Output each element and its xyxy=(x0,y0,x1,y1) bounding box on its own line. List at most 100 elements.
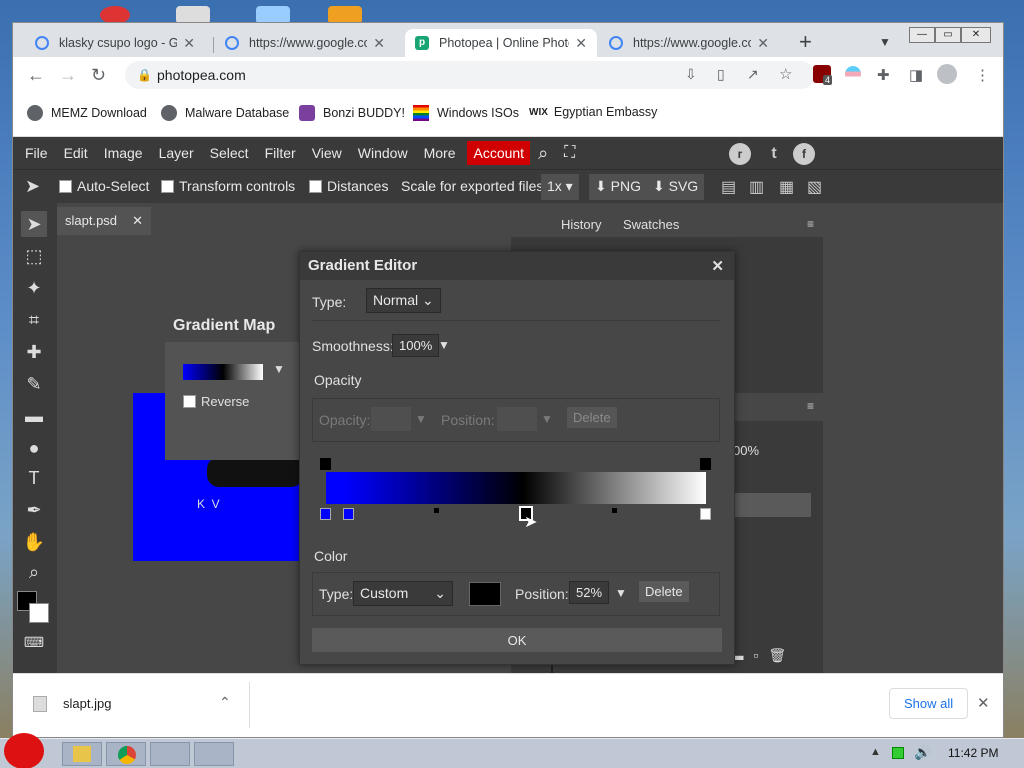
color-stop[interactable] xyxy=(700,508,711,520)
color-type-select[interactable]: Custom ⌄ xyxy=(353,581,453,606)
bookmark-windows-isos[interactable]: Windows ISOs xyxy=(413,105,519,121)
search-icon[interactable]: ⌕ xyxy=(530,143,556,164)
tray-network-icon[interactable] xyxy=(892,747,904,759)
menu-dots-icon[interactable]: ⋮ xyxy=(975,66,990,84)
smoothness-input[interactable]: 100% xyxy=(392,334,440,357)
zoom-tool-icon[interactable]: ⌕ xyxy=(21,559,47,585)
document-tab[interactable]: slapt.psd ✕ xyxy=(57,207,151,235)
scale-select[interactable]: 1x ▾ xyxy=(541,174,579,200)
layer-row[interactable] xyxy=(731,493,811,517)
address-bar[interactable]: 🔒 photopea.com ⇩ ▯ ↗ ☆ xyxy=(125,61,815,89)
tray-volume-icon[interactable]: 🔊 xyxy=(914,744,931,761)
minimize-button[interactable]: — xyxy=(909,27,935,43)
export-png-button[interactable]: ⬇ PNG xyxy=(589,174,647,200)
tab-google-2[interactable]: G https://www.google.com ✕ xyxy=(599,29,779,57)
align-right-icon[interactable]: ▦ xyxy=(779,177,794,197)
distances-checkbox[interactable]: Distances xyxy=(309,178,388,194)
opacity-input[interactable] xyxy=(371,407,411,431)
back-icon[interactable]: ← xyxy=(27,65,45,86)
marquee-tool-icon[interactable]: ⬚ xyxy=(21,243,47,269)
opacity-stop[interactable] xyxy=(700,458,711,470)
background-color-swatch[interactable] xyxy=(29,603,49,623)
menu-layer[interactable]: Layer xyxy=(151,145,202,161)
gradient-type-select[interactable]: Normal ⌄ xyxy=(366,288,441,313)
opacity-position-input[interactable] xyxy=(497,407,537,431)
puzzle-icon[interactable]: ✚ xyxy=(877,66,890,84)
midpoint-marker[interactable] xyxy=(612,508,617,513)
dropdown-arrow-icon[interactable]: ▼ xyxy=(615,586,627,600)
close-icon[interactable]: ✕ xyxy=(977,694,990,712)
reddit-icon[interactable]: r xyxy=(729,143,751,165)
close-window-button[interactable]: ✕ xyxy=(961,27,991,43)
panel-menu-icon[interactable]: ≡ xyxy=(807,217,814,231)
color-stop[interactable] xyxy=(320,508,331,520)
fullscreen-icon[interactable]: ⛶ xyxy=(556,144,583,162)
tab-google-1[interactable]: G https://www.google.com ✕ xyxy=(215,29,395,57)
keyboard-icon[interactable]: ⌨ xyxy=(21,629,47,655)
dropdown-arrow-icon[interactable]: ▼ xyxy=(273,362,285,376)
start-button[interactable] xyxy=(4,733,44,768)
align-center-icon[interactable]: ▥ xyxy=(749,177,764,197)
profile-avatar-icon[interactable] xyxy=(937,64,957,84)
bookmark-malware[interactable]: Malware Database xyxy=(161,105,289,121)
download-filename[interactable]: slapt.jpg xyxy=(63,696,111,711)
menu-filter[interactable]: Filter xyxy=(257,145,304,161)
page-icon[interactable]: ▯ xyxy=(717,66,725,83)
align-left-icon[interactable]: ▤ xyxy=(721,177,736,197)
menu-file[interactable]: File xyxy=(13,145,56,161)
close-icon[interactable]: ✕ xyxy=(757,35,769,52)
align-top-icon[interactable]: ▧ xyxy=(807,177,822,197)
close-icon[interactable]: ✕ xyxy=(183,35,195,52)
clock[interactable]: 11:42 PM xyxy=(948,746,998,760)
reload-icon[interactable]: ↻ xyxy=(91,65,106,86)
taskbar-app-icon[interactable] xyxy=(150,742,190,766)
menu-edit[interactable]: Edit xyxy=(56,145,96,161)
close-icon[interactable]: ✕ xyxy=(711,257,724,275)
bookmark-bonzi[interactable]: Bonzi BUDDY! xyxy=(299,105,405,121)
show-all-button[interactable]: Show all xyxy=(889,688,969,719)
chevron-up-icon[interactable]: ⌃ xyxy=(219,694,231,711)
transform-controls-checkbox[interactable]: Transform controls xyxy=(161,178,295,194)
forward-icon[interactable]: → xyxy=(59,65,77,86)
type-tool-icon[interactable]: T xyxy=(21,465,47,491)
magic-wand-tool-icon[interactable]: ✦ xyxy=(21,275,47,301)
menu-image[interactable]: Image xyxy=(96,145,151,161)
sidepanel-icon[interactable]: ◨ xyxy=(909,66,923,84)
menu-more[interactable]: More xyxy=(416,145,464,161)
taskbar-app-icon[interactable] xyxy=(194,742,234,766)
twitter-icon[interactable]: t xyxy=(763,143,785,165)
bookmark-star-icon[interactable]: ☆ xyxy=(779,65,792,83)
pen-tool-icon[interactable]: ✒ xyxy=(21,497,47,523)
auto-select-checkbox[interactable]: Auto-Select xyxy=(59,178,149,194)
move-tool-icon[interactable]: ➤ xyxy=(21,211,47,237)
menu-view[interactable]: View xyxy=(304,145,350,161)
close-icon[interactable]: ✕ xyxy=(373,35,385,52)
healing-tool-icon[interactable]: ✚ xyxy=(21,339,47,365)
blur-tool-icon[interactable]: ● xyxy=(21,435,47,461)
facebook-icon[interactable]: f xyxy=(793,143,815,165)
install-icon[interactable]: ⇩ xyxy=(685,66,697,83)
tray-arrow-icon[interactable]: ▲ xyxy=(870,746,881,758)
tab-klasky[interactable]: G klasky csupo logo - Goo ✕ xyxy=(25,29,205,57)
tab-swatches[interactable]: Swatches xyxy=(623,217,679,232)
ok-button[interactable]: OK xyxy=(312,628,722,652)
midpoint-marker[interactable] xyxy=(434,508,439,513)
new-tab-button[interactable]: + xyxy=(799,29,812,55)
gradient-bar[interactable] xyxy=(326,472,706,504)
export-svg-button[interactable]: ⬇ SVG xyxy=(647,174,705,200)
extension-flag-icon[interactable] xyxy=(845,66,861,82)
bookmark-memz[interactable]: MEMZ Download xyxy=(27,105,147,121)
tab-photopea[interactable]: p Photopea | Online Photo ✕ xyxy=(405,29,597,57)
color-delete-button[interactable]: Delete xyxy=(639,581,689,602)
opacity-delete-button[interactable]: Delete xyxy=(567,407,617,428)
taskbar-chrome-icon[interactable] xyxy=(106,742,146,766)
gradient-tool-icon[interactable]: ▬ xyxy=(21,403,47,429)
bookmark-egyptian-embassy[interactable]: WIX Egyptian Embassy xyxy=(529,105,657,119)
account-button[interactable]: Account xyxy=(467,141,531,165)
share-icon[interactable]: ↗ xyxy=(747,66,759,83)
hand-tool-icon[interactable]: ✋ xyxy=(21,529,47,555)
close-icon[interactable]: ✕ xyxy=(575,35,587,52)
panel-menu-icon[interactable]: ≡ xyxy=(807,399,814,413)
color-swatch[interactable] xyxy=(469,582,501,606)
menu-select[interactable]: Select xyxy=(202,145,257,161)
